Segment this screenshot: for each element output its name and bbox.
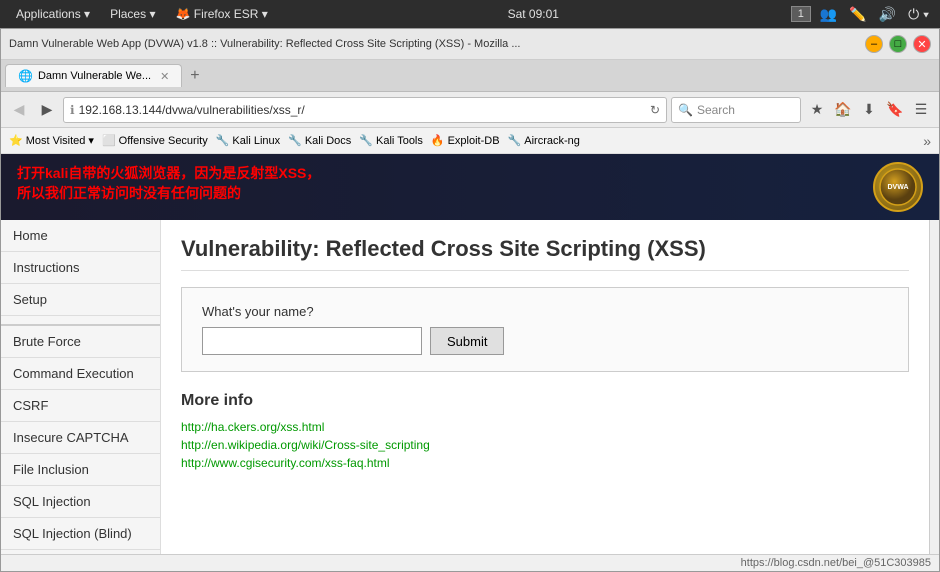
submit-button[interactable]: Submit	[430, 327, 504, 355]
bookmark-kali-linux[interactable]: 🔧 Kali Linux	[216, 134, 280, 147]
address-bar[interactable]: ℹ 192.168.13.144/dvwa/vulnerabilities/xs…	[63, 97, 667, 123]
tab-favicon: 🌐	[18, 69, 33, 83]
bookmark-icon[interactable]: 🔖	[883, 98, 907, 122]
content-area: Vulnerability: Reflected Cross Site Scri…	[161, 220, 929, 554]
more-info-link-3[interactable]: http://www.cgisecurity.com/xss-faq.html	[181, 456, 909, 470]
applications-menu[interactable]: Applications ▾	[8, 5, 98, 23]
exploit-db-icon: 🔥	[431, 134, 445, 147]
dvwa-page: 打开kali自带的火狐浏览器，因为是反射型XSS， 所以我们正常访问时没有任何问…	[1, 154, 939, 554]
menu-icon[interactable]: ☰	[909, 98, 933, 122]
sidebar-item-command-execution[interactable]: Command Execution	[1, 358, 160, 390]
browser-window: Damn Vulnerable Web App (DVWA) v1.8 :: V…	[0, 28, 940, 572]
sidebar-item-file-inclusion[interactable]: File Inclusion	[1, 454, 160, 486]
bookmark-offensive-security[interactable]: ⬜ Offensive Security	[102, 134, 208, 147]
kali-docs-icon: 🔧	[288, 134, 302, 147]
bookmarks-bar: ⭐ Most Visited ▾ ⬜ Offensive Security 🔧 …	[1, 128, 939, 154]
minimize-button[interactable]: –	[865, 35, 883, 53]
tab-title: Damn Vulnerable We...	[38, 70, 151, 82]
sidebar-item-csrf[interactable]: CSRF	[1, 390, 160, 422]
overlay-text: 打开kali自带的火狐浏览器，因为是反射型XSS， 所以我们正常访问时没有任何问…	[17, 164, 320, 203]
maximize-button[interactable]: □	[889, 35, 907, 53]
search-placeholder: Search	[697, 103, 735, 117]
search-box[interactable]: 🔍 Search	[671, 97, 801, 123]
page-scrollbar[interactable]	[929, 220, 939, 554]
more-info-link-2[interactable]: http://en.wikipedia.org/wiki/Cross-site_…	[181, 438, 909, 452]
page-title: Vulnerability: Reflected Cross Site Scri…	[181, 236, 909, 271]
sidebar: Home Instructions Setup Brute Force Comm…	[1, 220, 161, 554]
sidebar-item-brute-force[interactable]: Brute Force	[1, 324, 160, 358]
nav-bar: ◀ ▶ ℹ 192.168.13.144/dvwa/vulnerabilitie…	[1, 92, 939, 128]
browser-title: Damn Vulnerable Web App (DVWA) v1.8 :: V…	[9, 38, 859, 50]
volume-icon: 🔊	[876, 4, 899, 25]
sidebar-item-sql-injection[interactable]: SQL Injection	[1, 486, 160, 518]
close-button[interactable]: ✕	[913, 35, 931, 53]
new-tab-button[interactable]: +	[182, 63, 207, 89]
back-button[interactable]: ◀	[7, 98, 31, 122]
dvwa-main: Home Instructions Setup Brute Force Comm…	[1, 220, 939, 554]
page-content: 打开kali自带的火狐浏览器，因为是反射型XSS， 所以我们正常访问时没有任何问…	[1, 154, 939, 554]
form-row: Submit	[202, 327, 888, 355]
bookmark-kali-docs[interactable]: 🔧 Kali Docs	[288, 134, 351, 147]
firefox-menu[interactable]: 🦊 Firefox ESR ▾	[167, 5, 275, 23]
more-info-title: More info	[181, 392, 909, 410]
system-bar: Applications ▾ Places ▾ 🦊 Firefox ESR ▾ …	[0, 0, 940, 28]
sidebar-item-insecure-captcha[interactable]: Insecure CAPTCHA	[1, 422, 160, 454]
status-bar: https://blog.csdn.net/bei_@51C303985	[1, 554, 939, 571]
title-bar: Damn Vulnerable Web App (DVWA) v1.8 :: V…	[1, 29, 939, 60]
search-icon: 🔍	[678, 103, 693, 117]
places-menu[interactable]: Places ▾	[102, 5, 163, 23]
workspace-badge[interactable]: 1	[791, 6, 811, 22]
xss-form: What's your name? Submit	[181, 287, 909, 372]
offensive-security-icon: ⬜	[102, 134, 116, 147]
pen-icon: ✏️	[846, 4, 869, 25]
forward-button[interactable]: ▶	[35, 98, 59, 122]
aircrack-icon: 🔧	[508, 134, 522, 147]
system-tray: 1 👥 ✏️ 🔊 ⏻ ▾	[791, 4, 932, 25]
home-icon[interactable]: 🏠	[831, 98, 855, 122]
sidebar-item-sql-injection-blind[interactable]: SQL Injection (Blind)	[1, 518, 160, 550]
bookmarks-more-button[interactable]: »	[923, 133, 931, 149]
bookmark-kali-tools[interactable]: 🔧 Kali Tools	[359, 134, 423, 147]
tab-close-button[interactable]: ✕	[160, 70, 169, 83]
users-icon: 👥	[817, 4, 840, 25]
tab-bar: 🌐 Damn Vulnerable We... ✕ +	[1, 60, 939, 92]
kali-linux-icon: 🔧	[216, 134, 230, 147]
sidebar-item-instructions[interactable]: Instructions	[1, 252, 160, 284]
reload-button[interactable]: ↻	[650, 103, 660, 117]
bookmark-aircrack[interactable]: 🔧 Aircrack-ng	[508, 134, 580, 147]
name-input[interactable]	[202, 327, 422, 355]
status-text: https://blog.csdn.net/bei_@51C303985	[741, 557, 931, 569]
datetime: Sat 09:01	[280, 7, 787, 21]
power-menu[interactable]: ⏻ ▾	[905, 4, 932, 25]
form-label: What's your name?	[202, 304, 888, 319]
bookmark-exploit-db[interactable]: 🔥 Exploit-DB	[431, 134, 500, 147]
lock-icon: ℹ	[70, 103, 75, 117]
kali-tools-icon: 🔧	[359, 134, 373, 147]
bookmark-most-visited[interactable]: ⭐ Most Visited ▾	[9, 134, 94, 147]
dvwa-header: 打开kali自带的火狐浏览器，因为是反射型XSS， 所以我们正常访问时没有任何问…	[1, 154, 939, 220]
svg-text:DVWA: DVWA	[888, 184, 909, 191]
more-info-link-1[interactable]: http://ha.ckers.org/xss.html	[181, 420, 909, 434]
bookmark-icon: ⭐	[9, 134, 23, 147]
download-icon[interactable]: ⬇	[857, 98, 881, 122]
sidebar-item-setup[interactable]: Setup	[1, 284, 160, 316]
browser-tab[interactable]: 🌐 Damn Vulnerable We... ✕	[5, 64, 182, 87]
sidebar-item-home[interactable]: Home	[1, 220, 160, 252]
star-icon[interactable]: ★	[805, 98, 829, 122]
address-text: 192.168.13.144/dvwa/vulnerabilities/xss_…	[79, 103, 646, 117]
nav-icons: ★ 🏠 ⬇ 🔖 ☰	[805, 98, 933, 122]
dvwa-logo-circle: DVWA	[873, 162, 923, 212]
